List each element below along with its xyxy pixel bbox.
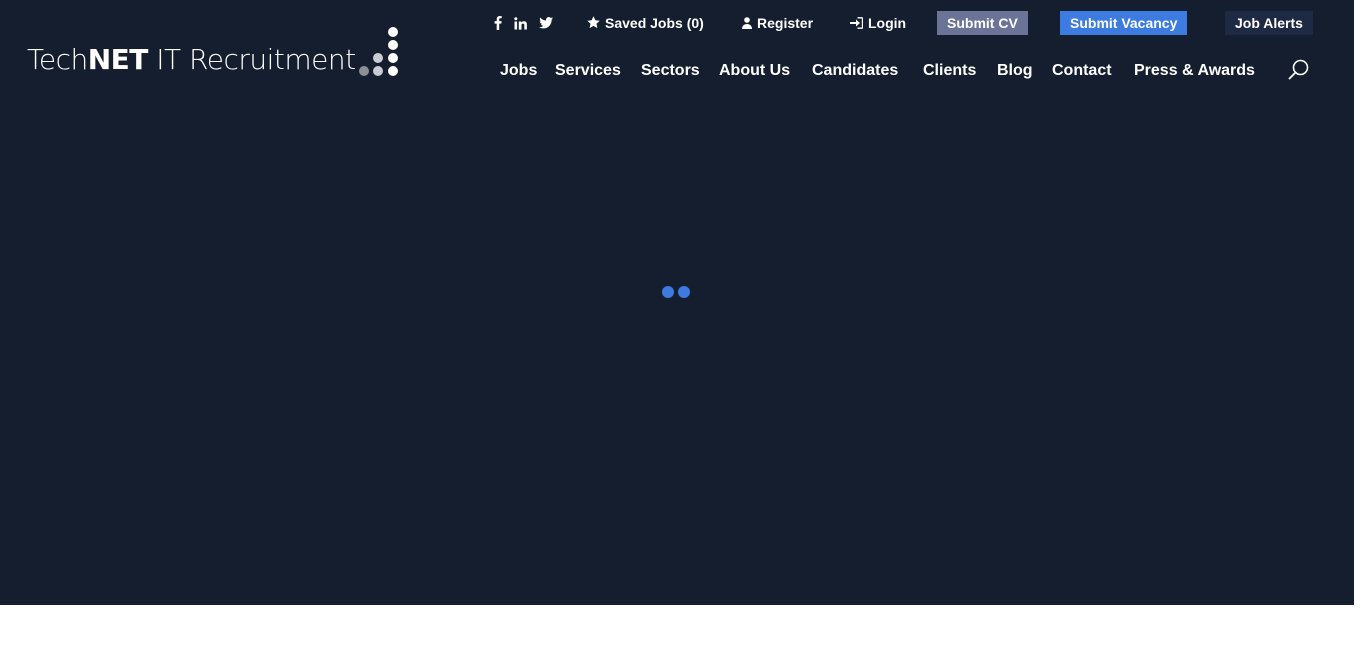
submit-vacancy-button[interactable]: Submit Vacancy <box>1060 11 1188 35</box>
register-label: Register <box>757 15 814 31</box>
facebook-icon[interactable] <box>490 15 506 31</box>
loader-dot <box>662 286 674 298</box>
page-scrollbar[interactable] <box>1354 0 1366 651</box>
user-icon <box>742 11 752 37</box>
nav-item-blog[interactable]: Blog <box>997 58 1033 84</box>
logo-dots-icon <box>357 24 402 78</box>
logo-dot <box>388 27 398 37</box>
nav-item-press-awards[interactable]: Press & Awards <box>1134 58 1255 84</box>
nav-item-sectors[interactable]: Sectors <box>641 58 700 84</box>
nav-item-clients[interactable]: Clients <box>923 58 976 84</box>
logo-dot <box>388 66 398 76</box>
twitter-icon[interactable] <box>538 15 554 31</box>
loader-dot <box>678 286 690 298</box>
loading-spinner <box>662 286 692 298</box>
login-link[interactable]: Login <box>850 10 906 36</box>
saved-jobs-label: Saved Jobs (0) <box>605 15 704 31</box>
hero-section <box>0 0 1354 605</box>
job-alerts-button[interactable]: Job Alerts <box>1225 11 1313 35</box>
search-icon[interactable] <box>1287 58 1311 82</box>
logo-wordmark: TechNET IT Recruitment <box>27 42 356 78</box>
login-label: Login <box>868 15 907 31</box>
nav-item-about-us[interactable]: About Us <box>719 58 790 84</box>
nav-item-services[interactable]: Services <box>555 58 621 84</box>
logo-text-light: Tech <box>27 43 88 76</box>
nav-item-contact[interactable]: Contact <box>1052 58 1112 84</box>
logo-dot <box>388 53 398 63</box>
nav-item-candidates[interactable]: Candidates <box>812 58 898 84</box>
nav-item-jobs[interactable]: Jobs <box>500 58 537 84</box>
logo-dot <box>359 66 369 76</box>
logo-dot <box>373 66 383 76</box>
saved-jobs-link[interactable]: Saved Jobs (0) <box>587 10 704 36</box>
logo-dot <box>373 53 383 63</box>
register-link[interactable]: Register <box>742 10 813 36</box>
star-icon <box>587 11 600 37</box>
logo-text-bold: NET <box>87 43 149 76</box>
sign-in-icon <box>850 11 864 37</box>
logo-dot <box>388 40 398 50</box>
linkedin-icon[interactable] <box>512 15 528 31</box>
logo-text-rest: IT Recruitment <box>147 43 356 76</box>
submit-cv-button[interactable]: Submit CV <box>937 11 1028 35</box>
site-logo[interactable]: TechNET IT Recruitment <box>27 22 407 82</box>
